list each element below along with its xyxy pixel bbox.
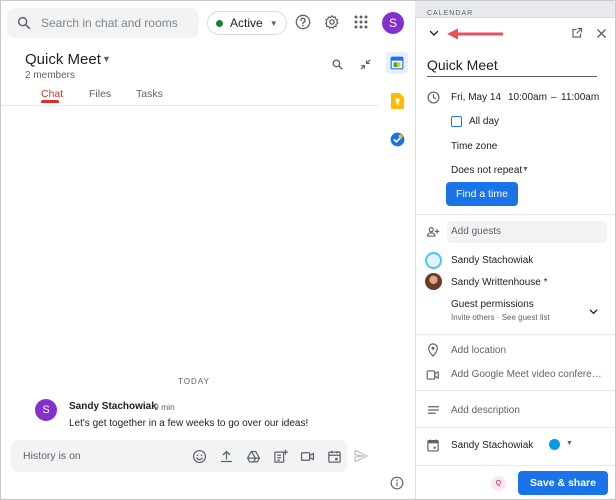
calendar-app-icon[interactable] [386,52,408,74]
calendar-panel-header: CALENDAR [415,1,615,17]
chevron-down-icon[interactable] [427,26,441,40]
emoji-icon[interactable] [191,448,207,464]
footer-divider [416,465,615,466]
room-title[interactable]: Quick Meet [25,51,101,68]
add-people-icon [426,225,440,239]
add-description-input[interactable]: Add description [451,405,520,416]
time-zone-link[interactable]: Time zone [451,141,497,152]
upload-icon[interactable] [218,448,234,464]
keep-app-icon[interactable] [386,90,408,112]
time-separator: – [551,92,557,103]
guest-permissions-detail: Invite others · See guest list [451,313,550,322]
divider [416,390,615,391]
meet-video-icon [426,368,440,382]
add-guests-input[interactable]: Add guests [447,221,607,243]
date-divider: TODAY [178,377,210,386]
tab-files[interactable]: Files [89,88,111,100]
apps-grid-icon[interactable] [352,13,370,31]
message-composer[interactable]: History is on [11,440,347,472]
save-share-button[interactable]: Save & share [518,471,608,495]
room-search-icon[interactable] [330,57,344,71]
avatar-initial: S [42,404,50,416]
event-title-input[interactable]: Quick Meet [427,57,597,77]
composer-placeholder: History is on [23,450,81,462]
extension-badge: Q [491,476,506,491]
top-bar: Active ▼ S [1,1,404,43]
window: Active ▼ S Quick Meet ▼ 2 members Chat F… [0,0,616,500]
open-in-new-icon[interactable] [570,26,584,40]
room-header: Quick Meet ▼ 2 members Chat Files Tasks [1,43,379,106]
guest-permissions-label[interactable]: Guest permissions [451,299,534,310]
drive-icon[interactable] [245,448,261,464]
search-box[interactable] [7,8,199,38]
description-icon [426,403,440,417]
chat-area: Active ▼ S Quick Meet ▼ 2 members Chat F… [1,1,404,499]
avatar[interactable]: S [35,399,57,421]
active-tab-indicator [41,100,59,103]
find-a-time-button[interactable]: Find a time [446,182,518,206]
status-selector[interactable]: Active ▼ [207,11,287,35]
message-time: 9 min [154,402,175,412]
search-icon [17,16,31,30]
side-rail [379,43,415,499]
all-day-checkbox[interactable] [451,116,462,127]
chevron-down-icon: ▼ [269,18,278,28]
repeat-caret-icon[interactable]: ▼ [522,166,529,173]
event-start-time[interactable]: 10:00am [508,92,547,103]
calendar-panel-label: CALENDAR [427,10,474,17]
tab-chat[interactable]: Chat [41,88,63,100]
calendar-owner-name[interactable]: Sandy Stachowiak [451,440,533,451]
badge-letter: Q [495,480,502,487]
add-meet-button[interactable]: Add Google Meet video conferen... [451,369,603,380]
message-text: Let's get together in a few weeks to go … [69,418,309,429]
room-menu-caret-icon[interactable]: ▼ [102,54,111,64]
add-doc-icon[interactable] [272,448,288,464]
color-caret-icon[interactable]: ▼ [566,440,573,447]
all-day-label: All day [469,116,500,127]
send-icon[interactable] [353,448,369,464]
gear-icon[interactable] [323,13,341,31]
repeat-selector[interactable]: Does not repeat [451,165,522,176]
member-count: 2 members [25,70,76,81]
status-label: Active [230,16,263,30]
location-pin-icon [426,343,440,357]
calendar-owner-icon [426,438,440,452]
divider [416,427,615,428]
calendar-add-icon[interactable] [326,448,342,464]
info-icon[interactable] [386,472,408,494]
guest-name: Sandy Writtenhouse * [451,277,548,288]
collapse-icon[interactable] [358,57,372,71]
red-pointer-arrow-icon [447,28,503,40]
video-icon[interactable] [299,448,315,464]
clock-icon [426,90,440,104]
guest-name: Sandy Stachowiak [451,255,534,266]
guest-avatar [425,252,442,269]
calendar-color-swatch[interactable] [549,439,560,450]
event-end-time[interactable]: 11:00am [561,92,599,103]
message-author: Sandy Stachowiak [69,401,157,412]
account-avatar[interactable]: S [382,12,404,34]
tab-tasks[interactable]: Tasks [136,88,163,100]
account-initial: S [388,16,397,30]
event-date[interactable]: Fri, May 14 [451,92,501,103]
status-dot [216,19,223,27]
tasks-app-icon[interactable] [386,128,408,150]
add-location-input[interactable]: Add location [451,345,506,356]
divider [416,214,615,215]
expand-permissions-icon[interactable] [586,304,600,318]
help-icon[interactable] [294,13,312,31]
close-icon[interactable] [594,26,608,40]
guest-avatar [425,273,442,290]
search-input[interactable] [41,16,191,30]
divider [416,334,615,335]
